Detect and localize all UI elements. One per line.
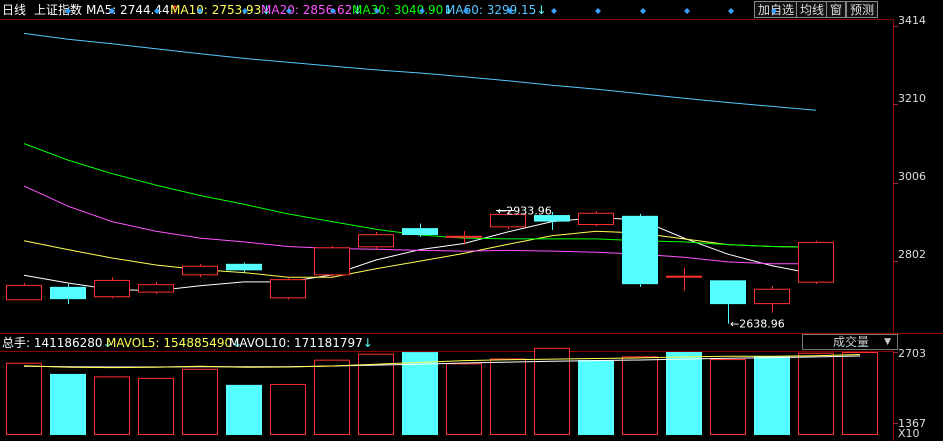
volume-bar	[842, 352, 878, 435]
info-marker-icon	[374, 8, 380, 14]
info-marker-icon	[197, 8, 203, 14]
volume-bar	[446, 363, 482, 436]
volume-bar	[182, 368, 218, 436]
volume-bar	[710, 359, 746, 436]
candle-body	[622, 215, 658, 285]
info-marker-icon	[507, 8, 513, 14]
volume-bar	[754, 356, 790, 435]
mavol5-value: MAVOL5: 154885490	[106, 336, 233, 350]
volume-bar	[138, 377, 174, 435]
info-marker-icon	[419, 8, 425, 14]
info-marker-icon	[242, 8, 248, 14]
volume-bar	[622, 356, 658, 435]
info-marker-icon	[551, 8, 557, 14]
candle-body	[226, 263, 262, 271]
info-marker-icon	[463, 8, 469, 14]
volume-bar	[270, 383, 306, 436]
high-price-label: ←2933.96	[497, 204, 552, 217]
mavol10-arrow-icon: ↓	[362, 336, 373, 350]
candle-body	[446, 235, 482, 238]
volume-bar	[490, 358, 526, 435]
info-marker-icon	[109, 8, 115, 14]
candle-body	[182, 265, 218, 276]
candle-body	[666, 275, 702, 278]
ma-line-ma10	[23, 230, 817, 278]
chevron-down-icon: ▼	[884, 337, 891, 347]
candle-body	[754, 288, 790, 305]
ma-line-ma60	[23, 32, 817, 111]
volume-bar	[314, 359, 350, 435]
volume-bar	[94, 376, 130, 436]
volume-bar	[226, 384, 262, 435]
info-marker-icon	[65, 8, 71, 14]
candle-body	[710, 280, 746, 305]
volume-bar	[578, 359, 614, 435]
candle-body	[50, 286, 86, 300]
low-price-label: ←2638.96	[730, 318, 785, 331]
info-marker-icon	[154, 8, 160, 14]
volume-bar	[358, 353, 394, 436]
info-marker-icon	[728, 8, 734, 14]
indicator-select[interactable]: 成交量 ▼	[802, 334, 898, 350]
candle-body	[798, 241, 834, 283]
info-marker-icon	[771, 8, 777, 14]
mavol5-readout: MAVOL5: 154885490↓	[106, 336, 242, 350]
kline-chart[interactable]: ←2933.96 ←2638.96	[0, 0, 943, 441]
info-marker-icon	[640, 8, 646, 14]
candle-body	[358, 234, 394, 248]
candle-body	[578, 212, 614, 226]
volume-bar	[6, 362, 42, 435]
stock-chart-window: 日线 上证指数 MA5: 2744.44↑ MA10: 2753.93↓ MA2…	[0, 0, 943, 441]
candle-body	[94, 279, 130, 298]
info-marker-icon	[595, 8, 601, 14]
price-tick: 3006	[898, 170, 926, 183]
candle-body	[138, 284, 174, 293]
volume-tick: 2703	[898, 347, 926, 360]
volume-bar	[666, 352, 702, 435]
volume-unit: X10	[898, 427, 920, 440]
volume-bar	[798, 352, 834, 436]
total-volume-value: 总手: 141186280	[2, 336, 103, 350]
price-tick: 3210	[898, 92, 926, 105]
info-marker-icon	[330, 8, 336, 14]
price-tick: 3414	[898, 14, 926, 27]
candle-body	[314, 247, 350, 276]
candle-body	[6, 284, 42, 301]
indicator-select-value: 成交量	[833, 335, 870, 349]
info-marker-icon	[684, 8, 690, 14]
volume-bar	[50, 373, 86, 435]
info-marker-icon	[286, 8, 292, 14]
price-tick: 2802	[898, 248, 926, 261]
mavol10-value: MAVOL10: 171181797	[229, 336, 363, 350]
total-volume: 总手: 141186280↓	[2, 336, 113, 350]
candle-body	[270, 279, 306, 299]
candle-body	[402, 228, 438, 236]
mavol10-readout: MAVOL10: 171181797↓	[229, 336, 373, 350]
